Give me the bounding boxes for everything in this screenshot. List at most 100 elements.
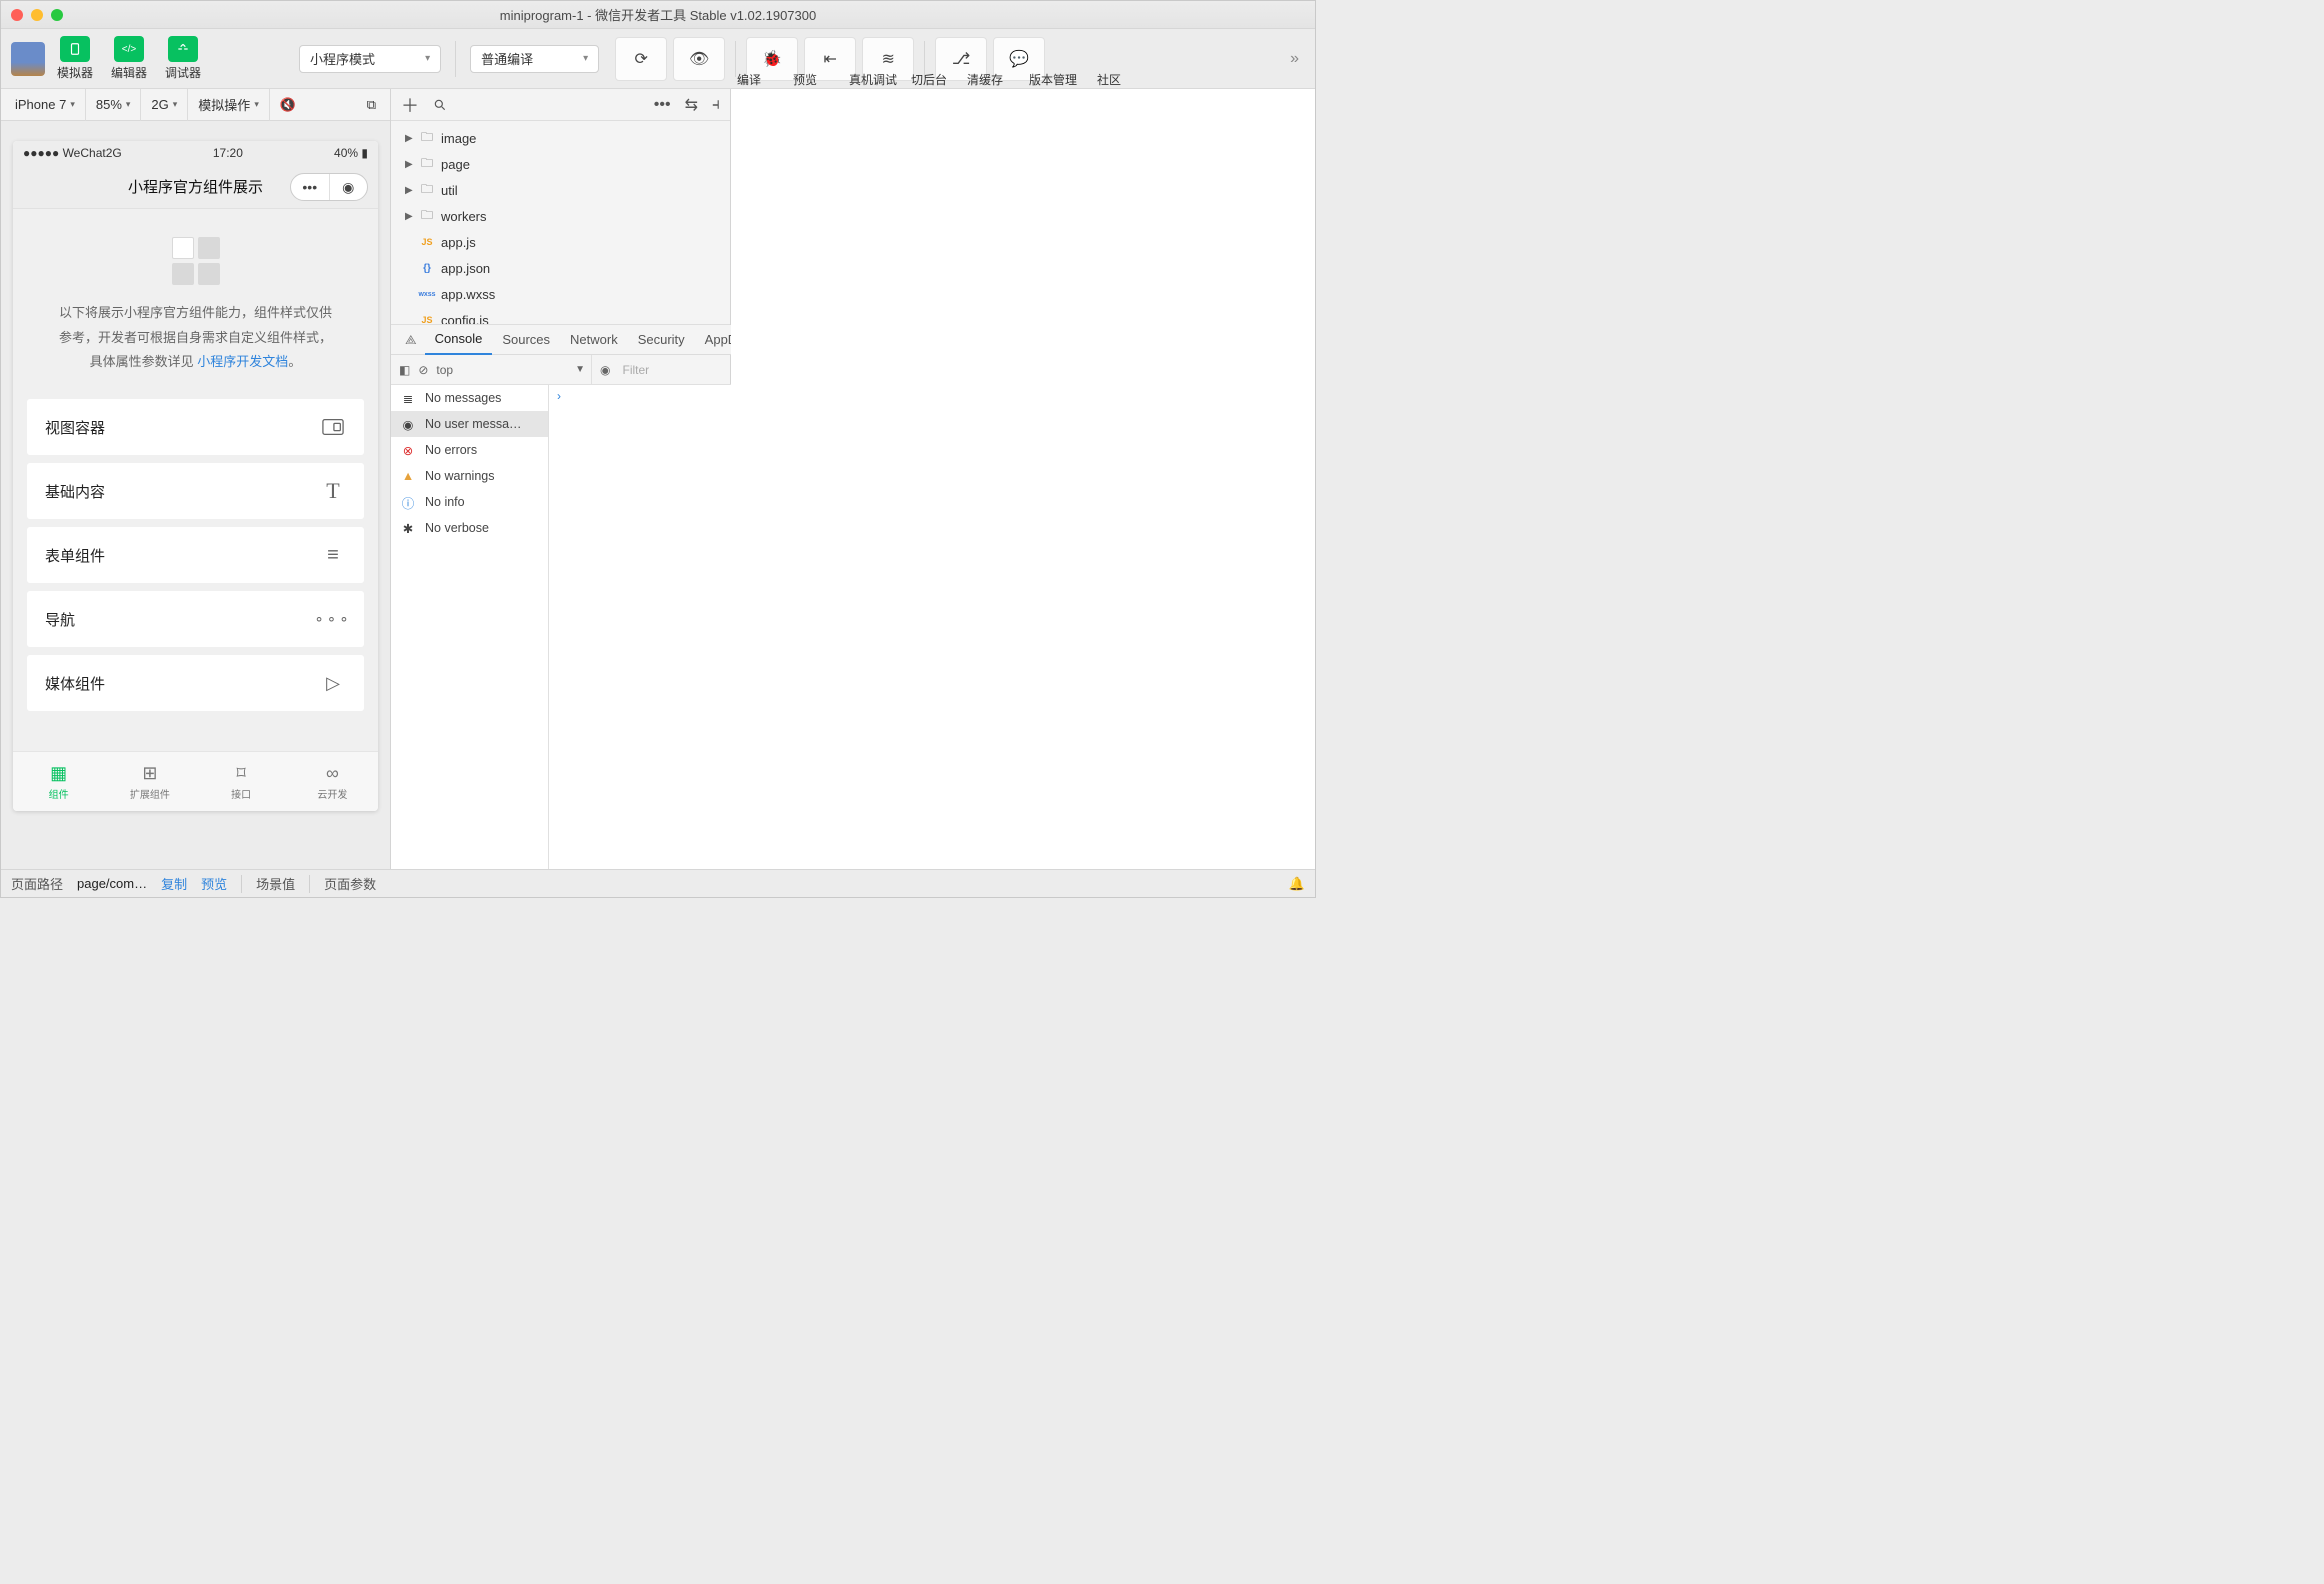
bell-icon[interactable]: 🔔 [1289, 876, 1305, 892]
version-label: 版本管理 [1025, 71, 1081, 88]
tab-sources[interactable]: Sources [492, 325, 560, 355]
more-button[interactable]: ••• [654, 96, 671, 114]
collapse-button[interactable]: ⇆ [685, 95, 698, 115]
filter-errors[interactable]: ⊗No errors [391, 437, 548, 463]
context-select[interactable]: top ▼ [436, 355, 592, 384]
status-battery: 40% ▮ [334, 146, 368, 160]
filter-warnings[interactable]: ▲No warnings [391, 463, 548, 489]
close-window-button[interactable] [11, 9, 23, 21]
footer-params[interactable]: 页面参数 [324, 874, 376, 893]
text-icon: T [320, 478, 346, 504]
simop-select[interactable]: 模拟操作▾ [188, 89, 270, 121]
card-view-container[interactable]: 视图容器 [27, 399, 364, 455]
zoom-select[interactable]: 85%▾ [86, 89, 142, 121]
container-icon [320, 414, 346, 440]
capsule-close-button[interactable]: ◉ [330, 174, 368, 200]
live-expr-icon[interactable]: ◉ [600, 363, 610, 377]
page-title: 小程序官方组件展示 [128, 176, 263, 197]
file-tree[interactable]: ▶🗀image ▶🗀page ▶🗀util ▶🗀workers JSapp.js… [391, 121, 730, 325]
footer-path-label: 页面路径 [11, 874, 63, 893]
footer-path-value: page/com… [77, 876, 147, 891]
tab-ext-components[interactable]: ⊞扩展组件 [104, 752, 195, 811]
tree-file[interactable]: JSapp.js [391, 229, 730, 255]
mode-select[interactable]: 小程序模式 ▾ [299, 45, 441, 73]
background-label: 切后台 [901, 71, 957, 88]
editor-devtools-panel: ＋ ••• ⇆ ⫞ ▶🗀image ▶🗀page ▶🗀util ▶🗀worker… [391, 89, 731, 869]
filter-verbose[interactable]: ✱No verbose [391, 515, 548, 541]
footer-copy-link[interactable]: 复制 [161, 874, 187, 893]
card-navigation[interactable]: 导航∘∘∘ [27, 591, 364, 647]
eye-icon: 👁 [689, 49, 709, 69]
doc-link[interactable]: 小程序开发文档 [197, 354, 288, 369]
message-filter-list: ≣No messages ◉No user messa… ⊗No errors … [391, 385, 549, 869]
preview-label: 预览 [777, 71, 833, 88]
inspect-icon[interactable]: ⟁ [397, 332, 425, 348]
footer-preview-link[interactable]: 预览 [201, 874, 227, 893]
chevron-down-icon: ▾ [254, 99, 259, 110]
card-media[interactable]: 媒体组件▷ [27, 655, 364, 711]
filter-info[interactable]: ⓘNo info [391, 489, 548, 515]
simulator-panel: iPhone 7▾ 85%▾ 2G▾ 模拟操作▾ 🔇 ⧉ ●●●●● WeCha… [1, 89, 391, 869]
minimize-window-button[interactable] [31, 9, 43, 21]
info-icon: ⓘ [401, 493, 415, 512]
tree-folder[interactable]: ▶🗀image [391, 125, 730, 151]
tab-cloud[interactable]: ∞云开发 [287, 752, 378, 811]
simulator-label: 模拟器 [57, 64, 93, 81]
capsule-menu-button[interactable]: ••• [291, 174, 330, 200]
bug-icon: 🐞 [762, 49, 782, 69]
tab-components[interactable]: ▦组件 [13, 752, 104, 811]
add-file-button[interactable]: ＋ [401, 92, 419, 118]
tree-file[interactable]: JSconfig.js [391, 307, 730, 325]
search-button[interactable] [433, 98, 447, 112]
chevron-right-icon: ▶ [405, 159, 413, 170]
refresh-icon: ⟳ [634, 49, 647, 69]
grid2-icon: ⊞ [142, 763, 157, 784]
chevron-right-icon: ▶ [405, 211, 413, 222]
editor-toolbar: ＋ ••• ⇆ ⫞ [391, 89, 730, 121]
tree-file[interactable]: wxssapp.wxss [391, 281, 730, 307]
folder-icon: 🗀 [419, 128, 435, 149]
dots-row-icon: ∘∘∘ [320, 606, 346, 632]
compile-button[interactable]: ⟳ [615, 37, 667, 81]
card-form[interactable]: 表单组件≡ [27, 527, 364, 583]
debugger-button[interactable] [168, 36, 198, 62]
editor-button[interactable]: </> [114, 36, 144, 62]
phone-body: 以下将展示小程序官方组件能力，组件样式仅供 参考，开发者可根据自身需求自定义组件… [13, 209, 378, 751]
card-basic-content[interactable]: 基础内容T [27, 463, 364, 519]
network-select[interactable]: 2G▾ [141, 89, 188, 121]
tab-security[interactable]: Security [628, 325, 695, 355]
list-icon: ≣ [401, 391, 415, 406]
tab-console[interactable]: Console [425, 325, 493, 355]
maximize-window-button[interactable] [51, 9, 63, 21]
layers-icon: ≋ [881, 49, 894, 69]
detach-button[interactable]: ⧉ [357, 89, 386, 121]
tree-folder[interactable]: ▶🗀util [391, 177, 730, 203]
component-logo-icon [27, 237, 364, 285]
tree-folder[interactable]: ▶🗀workers [391, 203, 730, 229]
tab-network[interactable]: Network [560, 325, 628, 355]
titlebar: miniprogram-1 - 微信开发者工具 Stable v1.02.190… [1, 1, 1315, 29]
clear-console-button[interactable]: ⊘ [418, 363, 428, 377]
phone-navbar: 小程序官方组件展示 ••• ◉ [13, 165, 378, 209]
wxss-file-icon: wxss [419, 291, 435, 298]
sidebar-toggle-icon[interactable]: ◧ [399, 363, 410, 377]
tab-api[interactable]: ⌑接口 [196, 752, 287, 811]
console-prompt: › [557, 389, 561, 403]
filter-user[interactable]: ◉No user messa… [391, 411, 548, 437]
chat-icon: 💬 [1009, 49, 1029, 69]
simulator-button[interactable] [60, 36, 90, 62]
filter-all[interactable]: ≣No messages [391, 385, 548, 411]
devtools: ⟁ Console Sources Network Security AppDa… [391, 325, 730, 869]
tree-file[interactable]: {}app.json [391, 255, 730, 281]
tree-folder[interactable]: ▶🗀page [391, 151, 730, 177]
footer-scene[interactable]: 场景值 [256, 874, 295, 893]
preview-button[interactable]: 👁 [673, 37, 725, 81]
json-file-icon: {} [419, 263, 435, 274]
layout-button[interactable]: ⫞ [712, 96, 720, 114]
phone-frame: ●●●●● WeChat2G 17:20 40% ▮ 小程序官方组件展示 •••… [13, 141, 378, 811]
mute-button[interactable]: 🔇 [270, 89, 306, 121]
remote-label: 真机调试 [845, 71, 901, 88]
more-icon[interactable]: » [1290, 50, 1305, 68]
compile-mode-select[interactable]: 普通编译 ▾ [470, 45, 599, 73]
device-select[interactable]: iPhone 7▾ [5, 89, 86, 121]
